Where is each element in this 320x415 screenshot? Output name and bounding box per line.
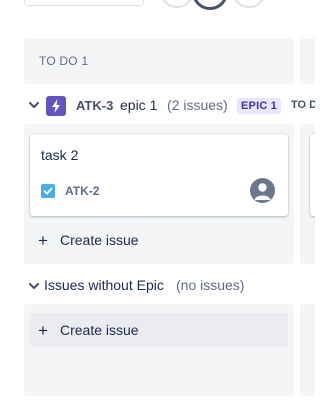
create-issue-button[interactable]: + Create issue <box>30 223 288 257</box>
chevron-down-icon[interactable] <box>28 99 40 111</box>
create-issue-label: Create issue <box>60 232 139 248</box>
no-epic-count: (no issues) <box>176 277 245 293</box>
create-issue-label: Create issue <box>60 322 139 338</box>
epic-lozenge: EPIC 1 <box>237 98 282 114</box>
create-issue-button[interactable]: + Create issue <box>30 313 288 347</box>
issue-card-next[interactable] <box>310 134 315 216</box>
card-key: ATK-2 <box>65 184 100 198</box>
checkbox-icon <box>41 184 55 198</box>
search-input[interactable] <box>24 0 144 6</box>
avatar-filter[interactable] <box>160 0 194 8</box>
card-title: task 2 <box>41 147 79 163</box>
board: TO DO 1 ATK-3 epic 1 (2 issues) EPIC 1 T… <box>0 0 315 415</box>
column-cell-next <box>300 304 315 396</box>
column-header-next <box>300 38 315 84</box>
chevron-down-icon[interactable] <box>28 280 40 292</box>
avatar-filter[interactable] <box>232 0 266 8</box>
epic-overflow-text: TO D <box>291 99 315 111</box>
plus-icon: + <box>38 320 48 340</box>
no-epic-label: Issues without Epic <box>44 277 164 293</box>
avatar-filter[interactable] <box>192 0 228 10</box>
issue-card[interactable]: task 2 ATK-2 <box>30 134 288 216</box>
avatar-icon[interactable] <box>250 178 275 203</box>
column-title: TO DO 1 <box>39 54 89 68</box>
epic-key[interactable]: ATK-3 <box>76 98 113 113</box>
epic-icon <box>46 96 66 116</box>
epic-name: epic 1 <box>120 97 158 113</box>
plus-icon: + <box>38 230 48 250</box>
epic-issue-count: (2 issues) <box>167 97 228 113</box>
